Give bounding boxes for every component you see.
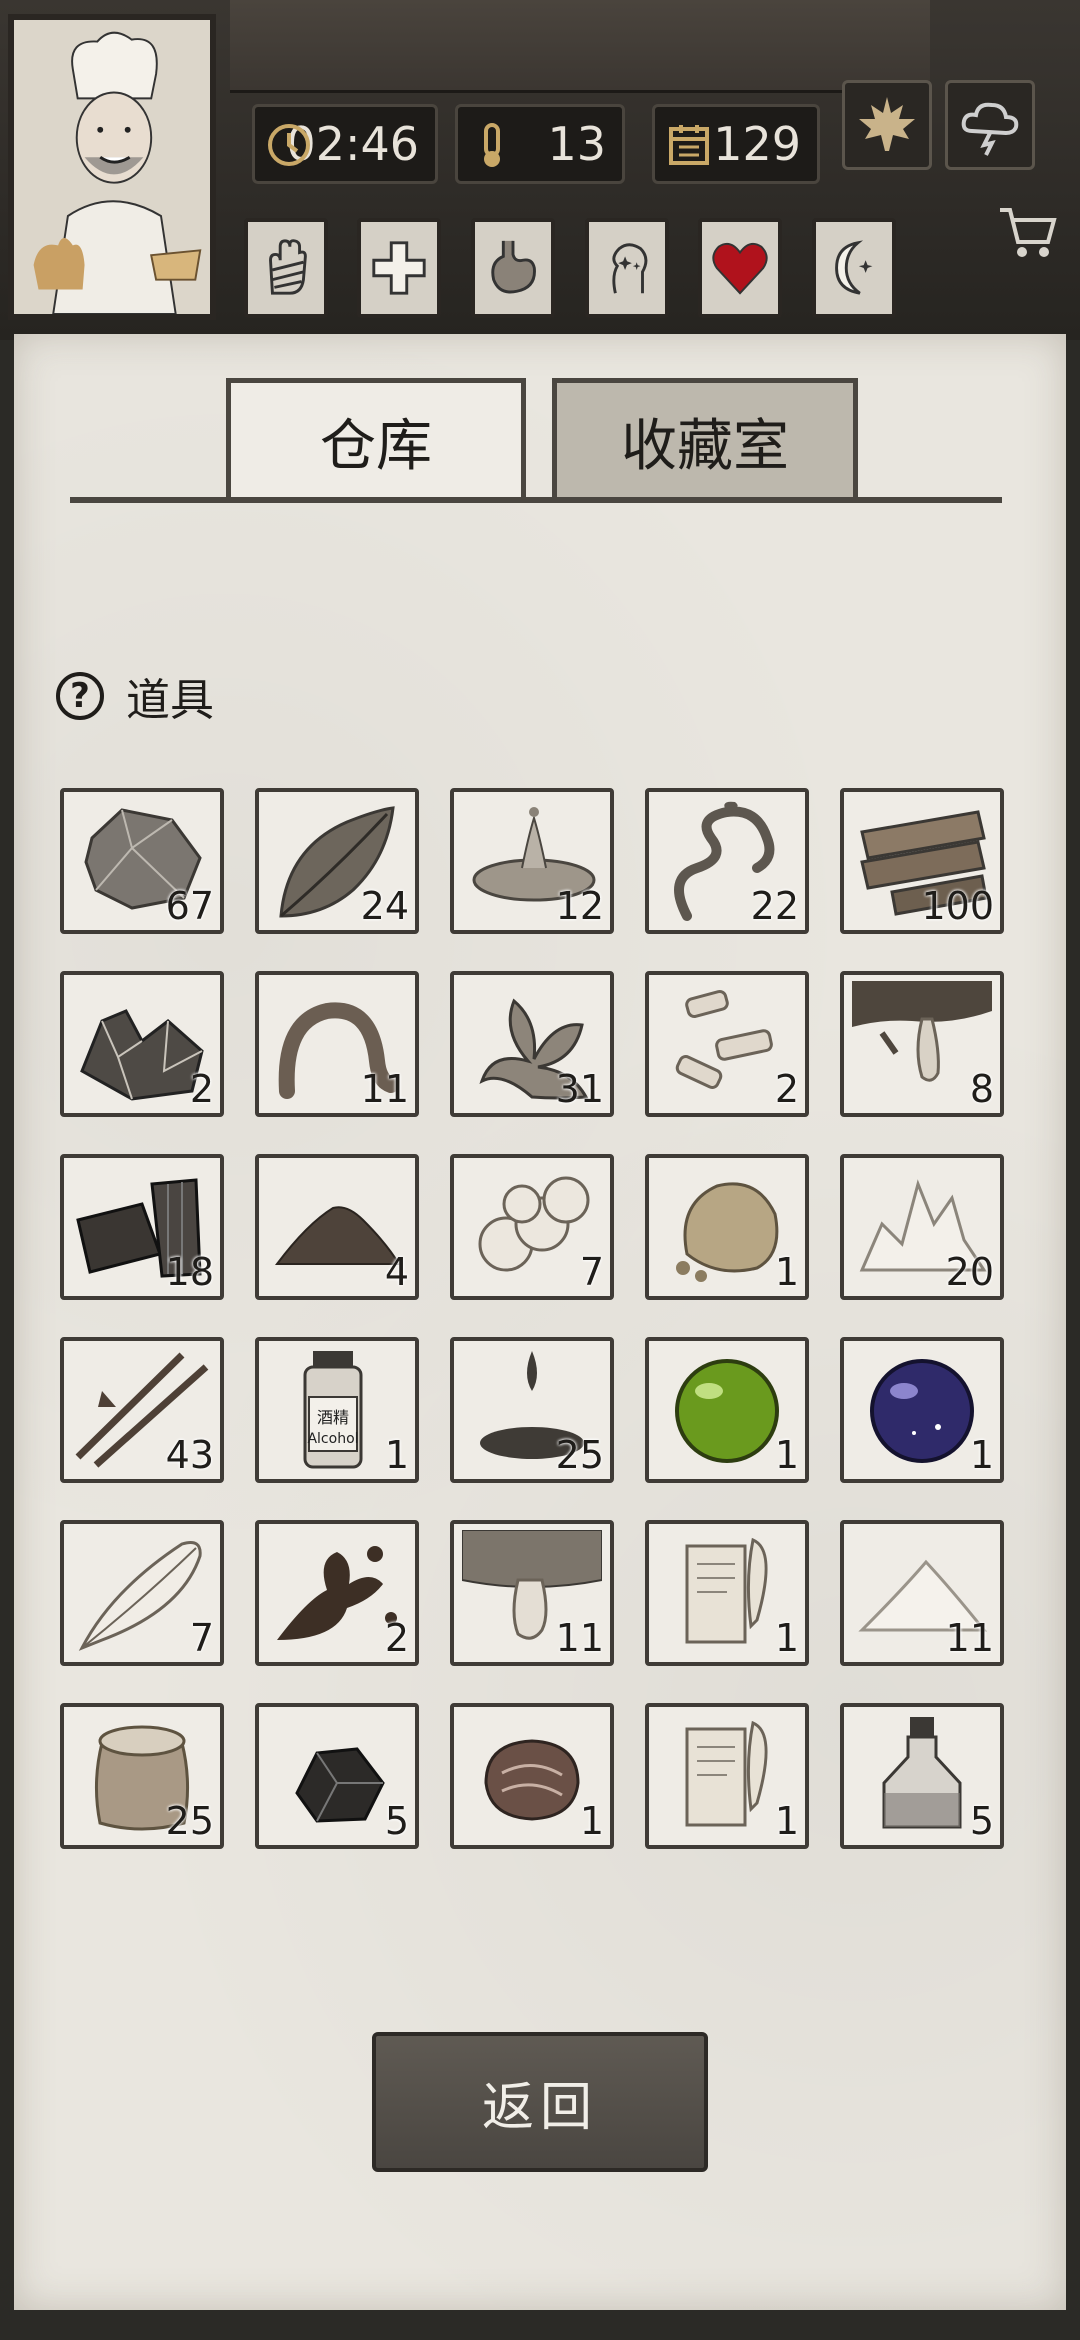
item-count: 5	[969, 1799, 994, 1843]
temperature-display: 13	[455, 104, 625, 184]
item-count: 25	[165, 1799, 214, 1843]
time-display: 02:46	[252, 104, 438, 184]
temperature-value: 13	[547, 117, 606, 171]
bandaged-hand-icon	[269, 239, 307, 295]
item-slot[interactable]: 5	[840, 1703, 1004, 1849]
item-count: 8	[969, 1067, 994, 1111]
shop-cart-button[interactable]	[992, 196, 1064, 268]
item-slot[interactable]: 7	[450, 1154, 614, 1300]
item-slot[interactable]: 18	[60, 1154, 224, 1300]
calendar-icon	[669, 125, 709, 165]
back-button[interactable]: 返回	[372, 2032, 708, 2172]
status-sleep-button[interactable]	[812, 218, 896, 318]
item-slot[interactable]: 31	[450, 971, 614, 1117]
item-count: 11	[360, 1067, 409, 1111]
item-count: 12	[555, 884, 604, 928]
item-count: 100	[921, 884, 994, 928]
item-slot[interactable]: 1	[645, 1703, 809, 1849]
item-slot[interactable]: 2	[60, 971, 224, 1117]
status-health-button[interactable]	[357, 218, 441, 318]
item-slot[interactable]: 8	[840, 971, 1004, 1117]
item-count: 2	[384, 1616, 409, 1660]
item-count: 1	[774, 1799, 799, 1843]
item-count: 1	[774, 1250, 799, 1294]
storm-cloud-icon	[961, 102, 1019, 156]
item-count: 7	[189, 1616, 214, 1660]
item-count: 31	[555, 1067, 604, 1111]
day-value: 129	[713, 117, 801, 171]
help-icon[interactable]: ?	[56, 672, 104, 720]
medical-cross-icon	[372, 241, 426, 295]
item-count: 2	[774, 1067, 799, 1111]
item-slot[interactable]: 5	[255, 1703, 419, 1849]
item-count: 1	[774, 1433, 799, 1477]
items-section-header: ? 道具	[56, 664, 214, 728]
status-bandage-button[interactable]	[244, 218, 328, 318]
item-count: 5	[384, 1799, 409, 1843]
item-count: 20	[945, 1250, 994, 1294]
item-slot[interactable]: 1	[840, 1337, 1004, 1483]
status-heart-button[interactable]	[698, 218, 782, 318]
chef-portrait[interactable]	[8, 14, 216, 320]
head-stars-icon	[612, 243, 648, 294]
item-slot[interactable]: 4	[255, 1154, 419, 1300]
item-count: 18	[165, 1250, 214, 1294]
item-slot[interactable]: 43	[60, 1337, 224, 1483]
alcohol-label-en: Alcohol	[307, 1431, 358, 1447]
item-count: 4	[384, 1250, 409, 1294]
item-slot[interactable]: 11	[840, 1520, 1004, 1666]
item-count: 2	[189, 1067, 214, 1111]
item-slot[interactable]: 20	[840, 1154, 1004, 1300]
day-display: 129	[652, 104, 820, 184]
item-grid: 67 24 12 22 100 2 11 31 2 8 18 4 7 1 20 …	[60, 788, 1010, 1854]
item-slot[interactable]: 2	[255, 1520, 419, 1666]
thermometer-icon	[484, 123, 500, 167]
tabs-divider	[70, 497, 1002, 503]
item-count: 22	[750, 884, 799, 928]
tab-warehouse[interactable]: 仓库	[226, 378, 526, 500]
item-slot[interactable]: 1	[645, 1154, 809, 1300]
stomach-icon	[491, 240, 536, 294]
item-count: 25	[555, 1433, 604, 1477]
item-slot[interactable]: 11	[255, 971, 419, 1117]
item-slot[interactable]: 1	[645, 1520, 809, 1666]
item-slot[interactable]: 2	[645, 971, 809, 1117]
item-count: 1	[774, 1616, 799, 1660]
status-mind-button[interactable]	[585, 218, 669, 318]
weather-button[interactable]	[945, 80, 1035, 170]
tab-collection[interactable]: 收藏室	[552, 378, 858, 500]
item-count: 11	[945, 1616, 994, 1660]
item-slot[interactable]: 11	[450, 1520, 614, 1666]
wood-plank	[230, 0, 930, 93]
item-count: 11	[555, 1616, 604, 1660]
item-count: 43	[165, 1433, 214, 1477]
moon-star-icon	[835, 240, 873, 295]
item-count: 7	[579, 1250, 604, 1294]
item-slot[interactable]: 7	[60, 1520, 224, 1666]
item-slot[interactable]: 酒精 Alcohol 1	[255, 1337, 419, 1483]
chef-portrait-icon	[14, 20, 210, 314]
heart-icon	[712, 242, 768, 295]
item-slot[interactable]: 100	[840, 788, 1004, 934]
item-count: 24	[360, 884, 409, 928]
section-title: 道具	[126, 675, 214, 726]
item-slot[interactable]: 12	[450, 788, 614, 934]
alcohol-label-cn: 酒精	[317, 1408, 349, 1427]
cart-icon	[1000, 208, 1057, 257]
item-slot[interactable]: 25	[450, 1337, 614, 1483]
item-slot[interactable]: 67	[60, 788, 224, 934]
item-count: 67	[165, 884, 214, 928]
item-count: 1	[969, 1433, 994, 1477]
item-slot[interactable]: 25	[60, 1703, 224, 1849]
item-count: 1	[579, 1799, 604, 1843]
season-button[interactable]	[842, 80, 932, 170]
item-slot[interactable]: 22	[645, 788, 809, 934]
clock-icon	[268, 124, 310, 166]
item-count: 1	[384, 1433, 409, 1477]
maple-leaf-icon	[859, 97, 915, 151]
item-slot[interactable]: 24	[255, 788, 419, 934]
item-slot[interactable]: 1	[645, 1337, 809, 1483]
item-slot[interactable]: 1	[450, 1703, 614, 1849]
status-hunger-button[interactable]	[471, 218, 555, 318]
